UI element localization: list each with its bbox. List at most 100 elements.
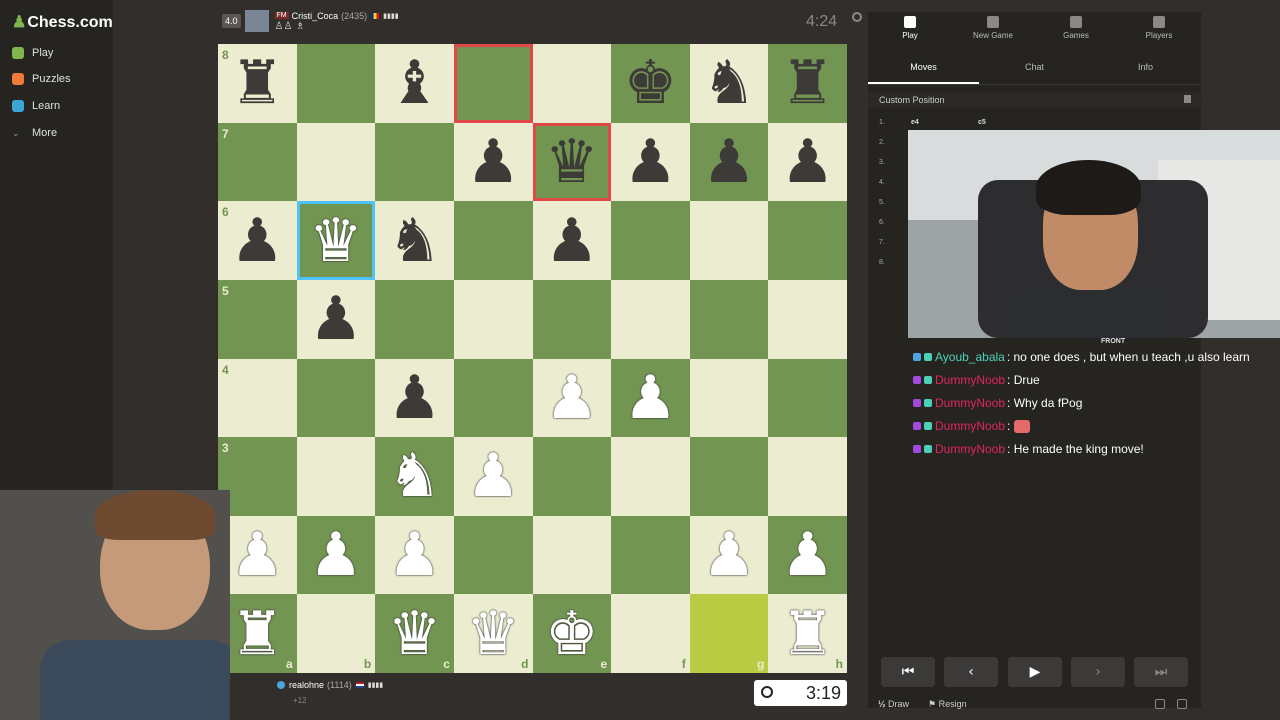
last-move-button[interactable]: ⏭ [1134,657,1188,687]
white-pawn-piece[interactable]: ♟ [388,525,442,585]
square-d3[interactable]: ♟ [453,437,533,516]
black-queen-piece[interactable]: ♛ [545,132,599,192]
square-a8[interactable]: ♜ 8 [218,44,297,123]
square-h2[interactable]: ♟ [768,515,847,595]
player-name[interactable]: realohne [289,680,324,690]
white-king-piece[interactable]: ♚ [545,604,599,664]
move-black[interactable]: c5 [978,119,986,126]
black-king-piece[interactable]: ♚ [624,53,678,113]
white-pawn-piece[interactable]: ♟ [624,368,678,428]
square-e7[interactable]: ♛ [532,122,612,202]
forward-move-button[interactable]: › [1071,657,1125,687]
square-d7[interactable]: ♟ [453,122,533,202]
square-e1[interactable]: ♚ e [532,594,612,673]
sidebar-item-more[interactable]: ⌄ More [12,127,57,139]
black-pawn-piece[interactable]: ♟ [702,132,756,192]
black-pawn-piece[interactable]: ♟ [545,211,599,271]
white-queen-piece[interactable]: ♛ [309,211,363,271]
square-b2[interactable]: ♟ [296,515,376,595]
square-e8[interactable] [532,44,612,123]
white-queen-piece[interactable]: ♛ [466,604,520,664]
square-d2[interactable] [453,515,533,595]
square-h5[interactable] [768,279,847,359]
square-f8[interactable]: ♚ [611,44,690,123]
square-g1[interactable]: g [689,594,769,673]
white-pawn-piece[interactable]: ♟ [230,525,284,585]
square-h3[interactable] [768,437,847,516]
square-e4[interactable]: ♟ [532,358,612,438]
white-rook-piece[interactable]: ♜ [230,604,284,664]
square-f1[interactable]: f [611,594,690,673]
black-pawn-piece[interactable]: ♟ [230,211,284,271]
sidebar-item-learn[interactable]: Learn [12,100,60,112]
black-pawn-piece[interactable]: ♟ [388,368,442,428]
square-h8[interactable]: ♜ [768,44,847,123]
flip-board-icon[interactable] [1177,699,1187,709]
square-d1[interactable]: ♛ d [453,594,533,673]
avatar[interactable] [244,10,269,32]
black-bishop-piece[interactable]: ♝ [388,53,442,113]
square-b8[interactable] [296,44,376,123]
black-pawn-piece[interactable]: ♟ [309,289,363,349]
square-b3[interactable] [296,437,376,516]
square-a6[interactable]: ♟ 6 [218,201,297,280]
topnav-games[interactable]: Games [1041,16,1111,40]
square-g6[interactable] [689,201,769,280]
square-g7[interactable]: ♟ [689,122,769,202]
square-g2[interactable]: ♟ [689,515,769,595]
square-a7[interactable]: 7 [218,122,297,202]
white-pawn-piece[interactable]: ♟ [466,446,520,506]
sidebar-item-play[interactable]: Play [12,47,53,59]
square-e3[interactable] [532,437,612,516]
topnav-new-game[interactable]: New Game [958,16,1028,40]
square-b6[interactable]: ♛ [296,201,376,280]
square-b7[interactable] [296,122,376,202]
sidebar-item-puzzles[interactable]: Puzzles [12,73,71,85]
square-c5[interactable] [375,279,454,359]
square-g3[interactable] [689,437,769,516]
white-knight-piece[interactable]: ♞ [388,446,442,506]
settings-icon[interactable] [1155,699,1165,709]
square-c6[interactable]: ♞ [375,201,454,280]
trash-icon[interactable] [1184,95,1191,103]
square-e6[interactable]: ♟ [532,201,612,280]
chess-logo[interactable]: ♟Chess.com [12,12,113,32]
square-c2[interactable]: ♟ [375,515,454,595]
square-h4[interactable] [768,358,847,438]
square-b1[interactable]: b [296,594,376,673]
gear-icon[interactable] [852,12,862,22]
square-c3[interactable]: ♞ [375,437,454,516]
black-knight-piece[interactable]: ♞ [702,53,756,113]
square-d6[interactable] [453,201,533,280]
next-move-button[interactable]: ▶ [1008,657,1062,687]
square-f3[interactable] [611,437,690,516]
square-e2[interactable] [532,515,612,595]
square-c4[interactable]: ♟ [375,358,454,438]
square-d8[interactable] [453,44,533,123]
player-name[interactable]: Cristi_Coca [292,11,339,21]
move-white[interactable]: e4 [911,119,919,126]
white-pawn-piece[interactable]: ♟ [309,525,363,585]
square-g8[interactable]: ♞ [689,44,769,123]
square-f7[interactable]: ♟ [611,122,690,202]
square-g5[interactable] [689,279,769,359]
white-pawn-piece[interactable]: ♟ [781,525,835,585]
resign-button[interactable]: ⚑ Resign [928,699,967,710]
first-move-button[interactable]: ⏮ [881,657,935,687]
black-knight-piece[interactable]: ♞ [388,211,442,271]
black-rook-piece[interactable]: ♜ [230,53,284,113]
square-d4[interactable] [453,358,533,438]
white-queen-piece[interactable]: ♛ [388,604,442,664]
tab-moves[interactable]: Moves [868,56,979,84]
chess-board[interactable]: ♜8♝♚♞♜7♟♛♟♟♟♟6♛♞♟5♟4♟♟♟3♞♟♟2♟♟♟♟♜1ab♛c♛d… [218,44,847,673]
square-b4[interactable] [296,358,376,438]
square-c8[interactable]: ♝ [375,44,454,123]
square-f6[interactable] [611,201,690,280]
square-f2[interactable] [611,515,690,595]
white-pawn-piece[interactable]: ♟ [702,525,756,585]
white-rook-piece[interactable]: ♜ [781,604,835,664]
white-pawn-piece[interactable]: ♟ [545,368,599,428]
prev-move-button[interactable]: ‹ [944,657,998,687]
tab-info[interactable]: Info [1090,56,1201,84]
square-g4[interactable] [689,358,769,438]
